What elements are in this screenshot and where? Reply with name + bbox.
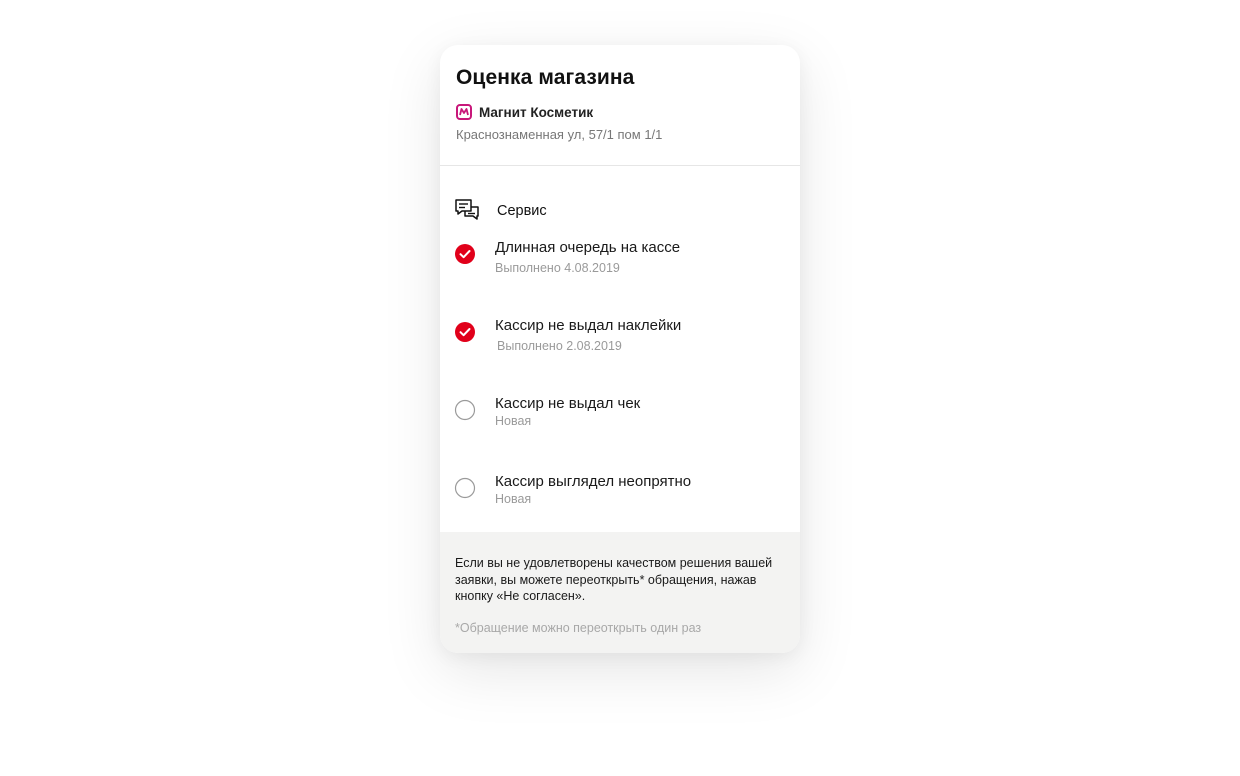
section-title: Сервис <box>497 203 547 219</box>
reopen-footnote: *Обращение можно переоткрыть один раз <box>455 620 702 635</box>
store-row: Магнит Косметик <box>456 104 784 120</box>
reopen-info-footer: Если вы не удовлетворены качеством решен… <box>440 532 800 653</box>
section-header: Сервис <box>454 196 784 226</box>
item-text: Кассир выглядел неопрятно Новая <box>495 472 691 506</box>
list-item[interactable]: Кассир не выдал чек Новая <box>454 394 784 460</box>
list-item[interactable]: Длинная очередь на кассе Выполнено 4.08.… <box>454 238 784 304</box>
empty-circle-icon <box>454 399 476 421</box>
item-text: Кассир не выдал чек Новая <box>495 394 640 428</box>
store-rating-card: Оценка магазина Магнит Косметик Краснозн… <box>440 45 800 653</box>
reopen-note: Если вы не удовлетворены качеством решен… <box>455 556 773 603</box>
item-title: Кассир выглядел неопрятно <box>495 473 692 490</box>
store-name: Магнит Косметик <box>479 104 594 120</box>
store-address: Краснознаменная ул, 57/1 пом 1/1 <box>456 127 663 142</box>
item-text: Кассир не выдал наклейки Выполнено 2.08.… <box>495 316 681 353</box>
checked-circle-icon <box>454 243 476 265</box>
checked-circle-icon <box>454 321 476 343</box>
item-title: Длинная очередь на кассе <box>495 239 681 256</box>
item-title: Кассир не выдал чек <box>495 395 641 412</box>
list-item[interactable]: Кассир выглядел неопрятно Новая <box>454 472 784 538</box>
item-status: Новая <box>495 414 532 428</box>
item-status: Выполнено 4.08.2019 <box>495 261 620 275</box>
magnit-kosmetik-logo-icon <box>456 104 472 120</box>
list-item[interactable]: Кассир не выдал наклейки Выполнено 2.08.… <box>454 316 784 382</box>
item-status: Новая <box>495 492 532 506</box>
item-title: Кассир не выдал наклейки <box>495 317 682 334</box>
empty-circle-icon <box>454 477 476 499</box>
card-header: Оценка магазина Магнит Косметик Краснозн… <box>440 45 800 166</box>
item-status: Выполнено 2.08.2019 <box>497 339 622 353</box>
chat-bubbles-icon <box>454 198 480 224</box>
item-text: Длинная очередь на кассе Выполнено 4.08.… <box>495 238 680 275</box>
service-section: Сервис Длинная очередь на кассе Выполнен… <box>440 166 800 532</box>
page-title: Оценка магазина <box>456 66 635 89</box>
